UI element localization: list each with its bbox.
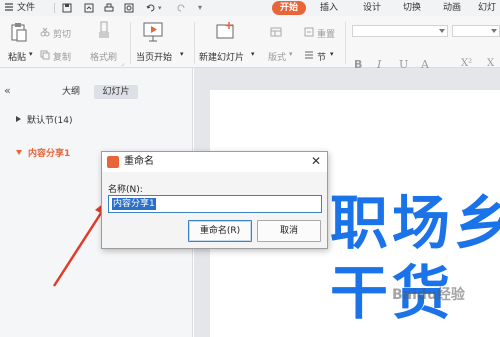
close-icon[interactable]: ✕ bbox=[311, 155, 321, 168]
name-field[interactable]: 内容分享1 bbox=[108, 195, 322, 213]
app-logo-icon bbox=[107, 156, 119, 168]
name-field-value: 内容分享1 bbox=[112, 198, 156, 210]
dialog-titlebar: 重命名 ✕ bbox=[102, 152, 327, 172]
rename-button[interactable]: 重命名(R) bbox=[188, 220, 252, 242]
dialog-title: 重命名 bbox=[124, 156, 154, 167]
cancel-button[interactable]: 取消 bbox=[257, 220, 321, 242]
rename-dialog: 重命名 ✕ 名称(N): 内容分享1 重命名(R) 取消 bbox=[101, 151, 328, 249]
name-field-label: 名称(N): bbox=[108, 185, 143, 195]
